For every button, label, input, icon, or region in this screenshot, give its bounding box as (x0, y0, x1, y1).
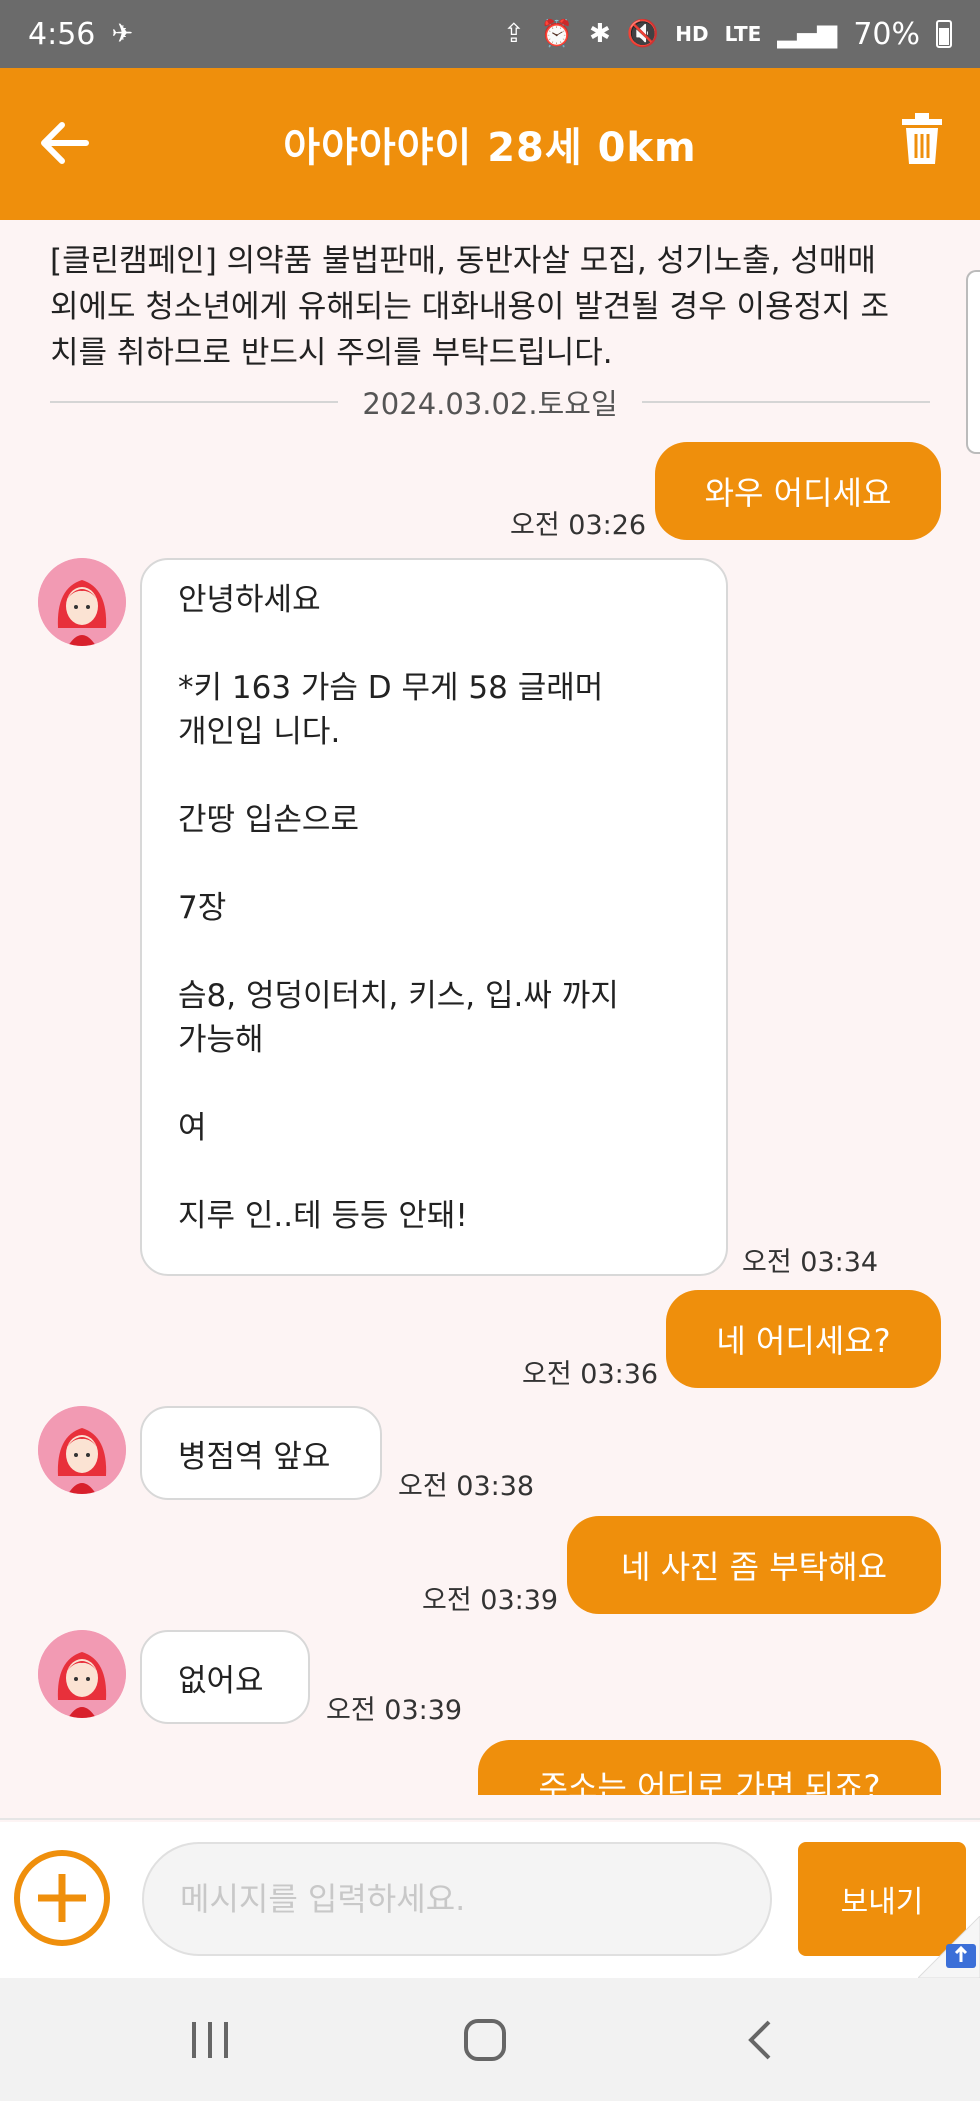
hd-voice-label: HD (675, 22, 709, 46)
message-time: 오전 03:36 (522, 1359, 659, 1390)
message-bubble-outgoing[interactable]: 네 어디세요? (666, 1290, 941, 1388)
scrollbar-thumb[interactable] (966, 270, 980, 454)
home-button[interactable] (445, 2008, 525, 2072)
profile-avatar-icon (38, 558, 126, 646)
message-paragraph: 7장 (178, 890, 227, 926)
clean-campaign-notice: [클린캠페인] 의약품 불법판매, 동반자살 모집, 성기노출, 성매매 외에도… (50, 243, 890, 371)
back-button[interactable] (34, 118, 94, 168)
message-bubble-outgoing[interactable]: 와우 어디세요 (655, 442, 941, 540)
status-time: 4:56 (28, 16, 96, 52)
message-bubble-outgoing[interactable]: 네 사진 좀 부탁해요 (567, 1516, 941, 1614)
message-time: 오전 03:39 (326, 1695, 463, 1726)
message-input[interactable] (142, 1842, 772, 1956)
avatar[interactable] (38, 1630, 126, 1718)
message-bubble-incoming[interactable]: 안녕하세요 *키 163 가슴 D 무게 58 글래머 개인입 니다. 간땅 입… (140, 558, 728, 1276)
message-bubble-incoming[interactable]: 병점역 앞요 (140, 1406, 382, 1500)
home-icon (464, 2019, 506, 2061)
message-paragraph: 슴8, 엉덩이터치, 키스, 입.싸 까지 가능해 (178, 978, 619, 1058)
back-nav-button[interactable] (720, 2008, 800, 2072)
battery-icon (936, 20, 952, 48)
battery-percent: 70% (853, 16, 920, 52)
message-time: 오전 03:38 (398, 1471, 535, 1502)
arrow-left-icon (41, 122, 89, 164)
avatar[interactable] (38, 1406, 126, 1494)
system-navigation-bar (0, 1978, 980, 2101)
profile-avatar-icon (38, 1406, 126, 1494)
message-bubble-incoming[interactable]: 없어요 (140, 1630, 310, 1724)
chat-header: 아야아야이 28세 0km (0, 68, 980, 220)
mute-icon: 🔇 (626, 19, 660, 49)
message-time: 오전 03:26 (510, 510, 647, 541)
divider (0, 1818, 980, 1820)
recent-apps-button[interactable] (170, 2008, 250, 2072)
chat-message-list[interactable]: [클린캠페인] 의약품 불법판매, 동반자살 모집, 성기노출, 성매매 외에도… (0, 220, 980, 1795)
date-separator: 2024.03.02.토요일 (50, 382, 930, 422)
attach-plus-button[interactable] (14, 1850, 110, 1946)
profile-avatar-icon (38, 1630, 126, 1718)
chat-title: 아야아야이 28세 0km (283, 125, 697, 171)
trash-icon (902, 113, 942, 164)
message-paragraph: 안녕하세요 (178, 582, 321, 618)
recent-apps-icon (192, 2022, 228, 2058)
message-composer: 보내기 (0, 1822, 980, 1978)
message-paragraph: *키 163 가슴 D 무게 58 글래머 개인입 니다. (178, 670, 604, 750)
divider (50, 401, 339, 403)
date-label: 2024.03.02.토요일 (362, 387, 618, 421)
status-bar: 4:56 ✈ ⇪ ⏰ ✱ 🔇 HD LTE ▂▄▆ 70% (0, 0, 980, 68)
message-paragraph: 지루 인..테 등등 안돼! (178, 1198, 468, 1234)
alarm-icon: ⏰ (540, 19, 574, 49)
message-paragraph: 여 (178, 1110, 207, 1146)
chevron-left-icon (748, 2020, 771, 2060)
page-fold-icon[interactable] (918, 1916, 980, 1978)
delete-chat-button[interactable] (900, 112, 944, 166)
lte-label: LTE (724, 22, 762, 46)
message-time: 오전 03:34 (742, 1247, 879, 1278)
message-bubble-outgoing[interactable]: 주소는 어디로 가면 되죠? (478, 1740, 941, 1795)
bluetooth-icon: ✱ (589, 19, 611, 49)
message-paragraph: 간땅 입손으로 (178, 802, 359, 838)
notification-icon: ✈ (111, 19, 134, 49)
signal-icon: ▂▄▆ (777, 19, 838, 49)
message-time: 오전 03:39 (422, 1585, 559, 1616)
divider (641, 401, 930, 403)
avatar[interactable] (38, 558, 126, 646)
upload-icon: ⇪ (502, 19, 525, 49)
